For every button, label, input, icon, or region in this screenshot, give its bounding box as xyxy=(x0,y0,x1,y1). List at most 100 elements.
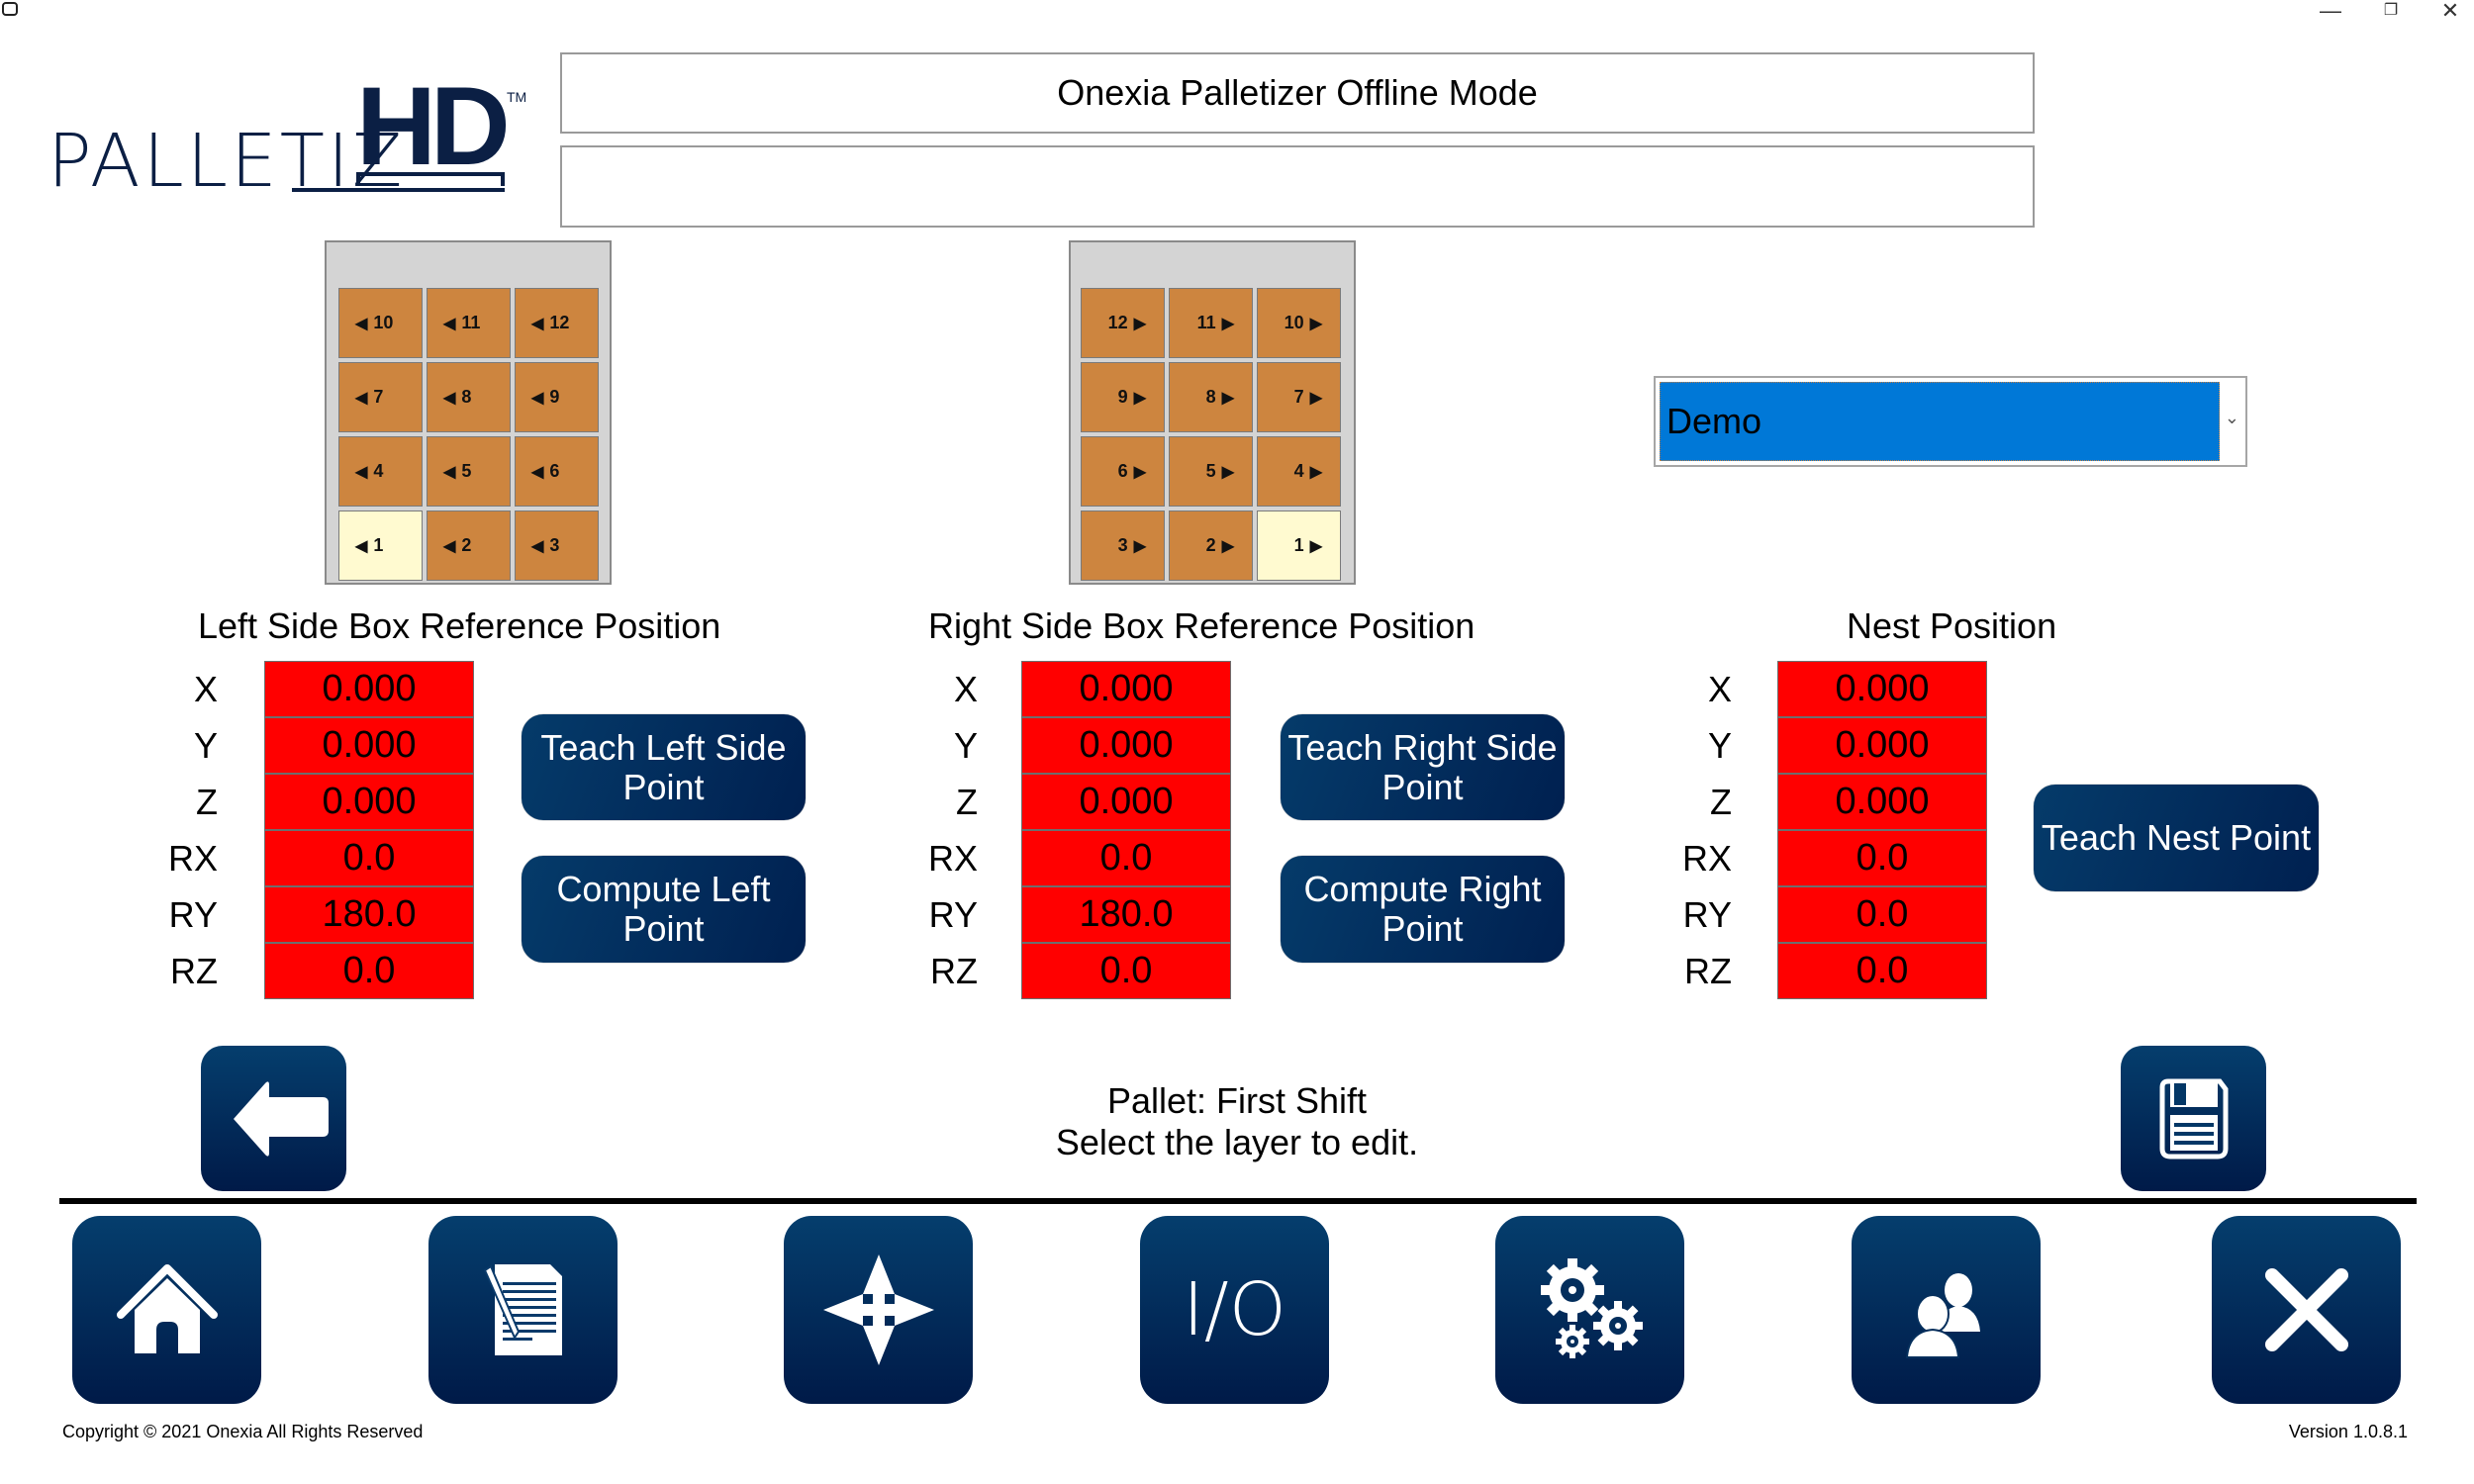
right-layer-grid: 12 ▶ 11 ▶ 10 ▶ 9 ▶ 8 ▶ 7 ▶ 6 ▶ 5 ▶ 4 ▶ 3 ▶ 2 ▶ 1 ▶ xyxy=(1069,240,1356,585)
layer-cell[interactable]: ◀ 4 xyxy=(338,436,423,507)
right-rz-field[interactable]: 0.0 xyxy=(1021,943,1231,999)
nav-recipes-button[interactable] xyxy=(428,1216,618,1404)
nav-home-button[interactable] xyxy=(72,1216,261,1404)
nav-exit-button[interactable] xyxy=(2212,1216,2401,1404)
nav-users-button[interactable] xyxy=(1852,1216,2041,1404)
save-button[interactable] xyxy=(2121,1046,2266,1191)
app-title: Onexia Palletizer Offline Mode xyxy=(1057,72,1538,113)
layer-cell[interactable]: 3 ▶ xyxy=(1081,510,1165,581)
layer-cell[interactable]: ◀ 7 xyxy=(338,362,423,432)
layer-cell[interactable]: 12 ▶ xyxy=(1081,288,1165,358)
nav-io-button[interactable]: I/O xyxy=(1140,1216,1329,1404)
layer-cell[interactable]: ◀ 8 xyxy=(427,362,511,432)
compute-right-point-button[interactable]: Compute Right Point xyxy=(1281,856,1565,963)
layer-number: 10 xyxy=(373,313,394,332)
nest-rx-field[interactable]: 0.0 xyxy=(1777,830,1987,886)
pallet-select-value[interactable]: Demo xyxy=(1660,382,2220,461)
left-rz-field[interactable]: 0.0 xyxy=(264,943,474,999)
status-instruction: Select the layer to edit. xyxy=(1055,1122,1419,1162)
layer-number: 10 xyxy=(1284,313,1304,332)
logo-hd: HD xyxy=(356,64,511,188)
triangle-right-icon: ▶ xyxy=(1221,537,1234,555)
right-y-field[interactable]: 0.000 xyxy=(1021,717,1231,774)
layer-number: 12 xyxy=(549,313,570,332)
left-z-field[interactable]: 0.000 xyxy=(264,774,474,830)
move-arrows-icon xyxy=(822,1254,934,1365)
layer-cell[interactable]: ◀ 2 xyxy=(427,510,511,581)
layer-cell[interactable]: 9 ▶ xyxy=(1081,362,1165,432)
triangle-left-icon: ◀ xyxy=(443,389,456,407)
floppy-disk-icon xyxy=(2159,1078,2228,1159)
triangle-right-icon: ▶ xyxy=(1133,315,1146,332)
layer-number: 2 xyxy=(461,535,472,555)
layer-number: 8 xyxy=(461,387,472,407)
close-window-button[interactable]: ✕ xyxy=(2430,0,2470,22)
gears-icon xyxy=(1540,1258,1643,1358)
layer-cell[interactable]: ◀ 9 xyxy=(515,362,599,432)
triangle-left-icon: ◀ xyxy=(443,315,456,332)
layer-cell[interactable]: ◀ 6 xyxy=(515,436,599,507)
layer-cell[interactable]: ◀ 12 xyxy=(515,288,599,358)
layer-cell[interactable]: 10 ▶ xyxy=(1257,288,1341,358)
divider xyxy=(59,1198,2417,1204)
layer-cell[interactable]: 4 ▶ xyxy=(1257,436,1341,507)
left-axis-label: RX xyxy=(167,838,218,879)
right-ry-field[interactable]: 180.0 xyxy=(1021,886,1231,943)
nav-jog-button[interactable] xyxy=(784,1216,973,1404)
left-y-field[interactable]: 0.000 xyxy=(264,717,474,774)
pallet-select[interactable]: Demo ⌄ xyxy=(1654,376,2247,467)
nest-rz-field[interactable]: 0.0 xyxy=(1777,943,1987,999)
left-rx-field[interactable]: 0.0 xyxy=(264,830,474,886)
layer-number: 9 xyxy=(549,387,560,407)
layer-cell[interactable]: ◀ 5 xyxy=(427,436,511,507)
status-pallet: Pallet: First Shift xyxy=(1106,1080,1368,1121)
triangle-right-icon: ▶ xyxy=(1133,537,1146,555)
layer-cell[interactable]: ◀ 11 xyxy=(427,288,511,358)
layer-cell[interactable]: 5 ▶ xyxy=(1169,436,1253,507)
nest-y-field[interactable]: 0.000 xyxy=(1777,717,1987,774)
triangle-right-icon: ▶ xyxy=(1221,315,1234,332)
nest-axis-label: X xyxy=(1707,669,1732,709)
teach-right-side-point-button[interactable]: Teach Right Side Point xyxy=(1281,714,1565,820)
left-layer-grid: ◀ 10 ◀ 11 ◀ 12 ◀ 7 ◀ 8 ◀ 9 ◀ 4 ◀ 5 ◀ 6 ◀ 1 ◀ 2 ◀ 3 xyxy=(325,240,612,585)
right-x-field[interactable]: 0.000 xyxy=(1021,661,1231,717)
nest-section-title: Nest Position xyxy=(1847,605,2057,646)
layer-number: 12 xyxy=(1107,313,1128,332)
layer-cell[interactable]: 1 ▶ xyxy=(1257,510,1341,581)
compute-left-point-button[interactable]: Compute Left Point xyxy=(522,856,806,963)
layer-cell[interactable]: 6 ▶ xyxy=(1081,436,1165,507)
layer-cell[interactable]: ◀ 10 xyxy=(338,288,423,358)
minimize-button[interactable]: — xyxy=(2311,0,2350,22)
triangle-left-icon: ◀ xyxy=(355,463,368,481)
right-rx-field[interactable]: 0.0 xyxy=(1021,830,1231,886)
layer-number: 2 xyxy=(1205,535,1216,555)
left-ry-field[interactable]: 180.0 xyxy=(264,886,474,943)
right-axis-label: RY xyxy=(928,894,978,935)
layer-number: 5 xyxy=(461,461,472,481)
restore-button[interactable]: ❐ xyxy=(2371,2,2411,20)
chevron-down-icon[interactable]: ⌄ xyxy=(2225,408,2239,428)
layer-number: 6 xyxy=(549,461,560,481)
layer-cell[interactable]: 7 ▶ xyxy=(1257,362,1341,432)
layer-cell[interactable]: ◀ 1 xyxy=(338,510,423,581)
layer-number: 8 xyxy=(1205,387,1216,407)
nav-settings-button[interactable] xyxy=(1495,1216,1684,1404)
triangle-right-icon: ▶ xyxy=(1309,389,1322,407)
nest-z-field[interactable]: 0.000 xyxy=(1777,774,1987,830)
layer-cell[interactable]: ◀ 3 xyxy=(515,510,599,581)
back-button[interactable] xyxy=(201,1046,346,1191)
teach-nest-point-button[interactable]: Teach Nest Point xyxy=(2034,785,2319,891)
layer-cell[interactable]: 11 ▶ xyxy=(1169,288,1253,358)
left-x-field[interactable]: 0.000 xyxy=(264,661,474,717)
layer-cell[interactable]: 8 ▶ xyxy=(1169,362,1253,432)
nest-ry-field[interactable]: 0.0 xyxy=(1777,886,1987,943)
nest-x-field[interactable]: 0.000 xyxy=(1777,661,1987,717)
right-axis-label: RX xyxy=(927,838,978,879)
triangle-right-icon: ▶ xyxy=(1309,315,1322,332)
nest-axis-label: RZ xyxy=(1684,951,1732,991)
layer-cell[interactable]: 2 ▶ xyxy=(1169,510,1253,581)
close-icon xyxy=(2264,1268,2348,1351)
arrow-left-icon xyxy=(233,1080,329,1157)
right-z-field[interactable]: 0.000 xyxy=(1021,774,1231,830)
teach-left-side-point-button[interactable]: Teach Left Side Point xyxy=(522,714,806,820)
